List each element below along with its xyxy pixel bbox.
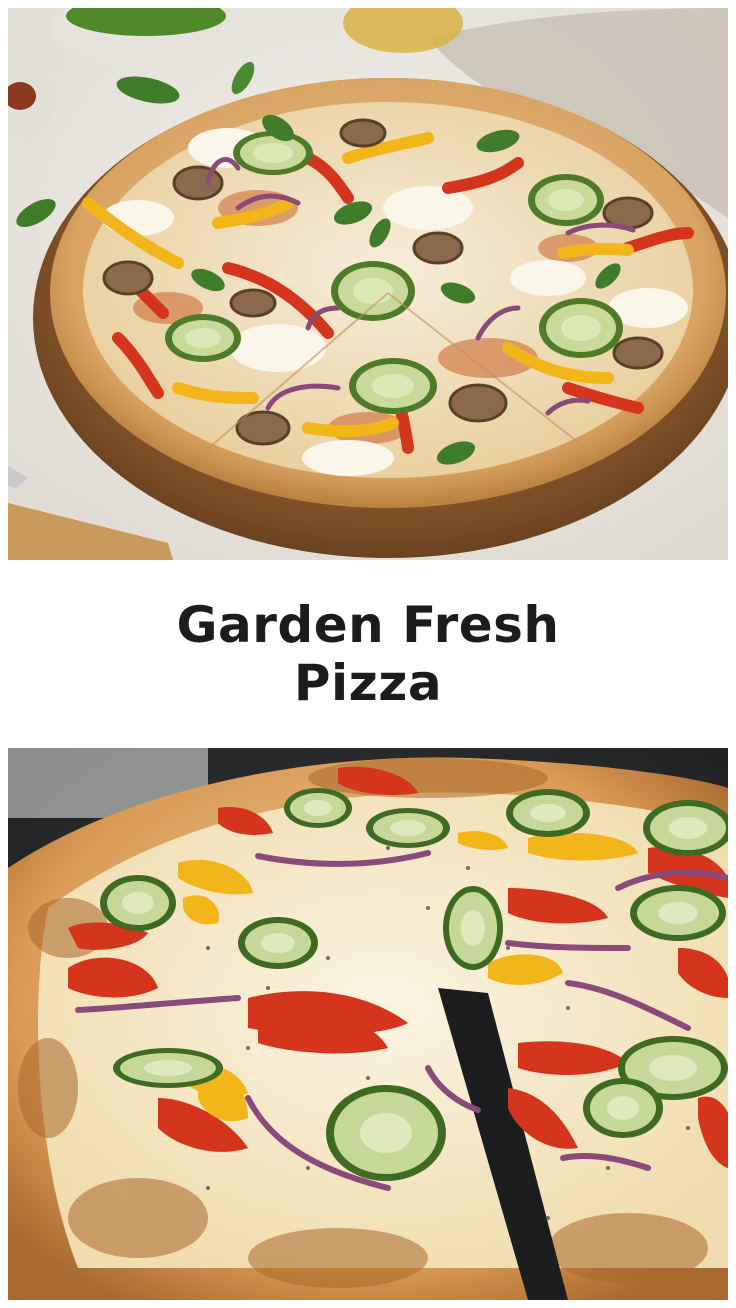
bottom-pizza-image [8, 748, 728, 1300]
title-line-1: Garden Fresh [176, 596, 560, 654]
bottom-pizza-photo [8, 748, 728, 1300]
top-pizza-image [8, 8, 728, 560]
pin-title: Garden Fresh Pizza [0, 560, 736, 748]
top-pizza-photo [8, 8, 728, 560]
title-line-2: Pizza [293, 654, 443, 712]
